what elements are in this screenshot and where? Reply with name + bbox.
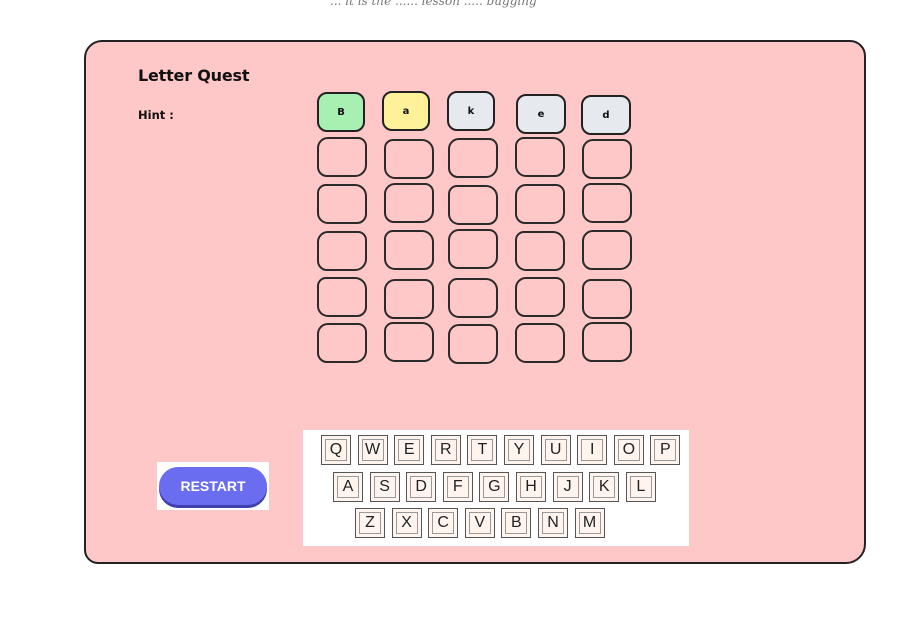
- key-label: Z: [365, 514, 375, 531]
- game-title: Letter Quest: [138, 66, 250, 85]
- board-cell: [582, 322, 632, 362]
- board-cell: [384, 322, 434, 362]
- key-label: Q: [329, 441, 343, 458]
- restart-button[interactable]: RESTART: [159, 467, 267, 505]
- board-cell: [384, 230, 434, 270]
- key-p[interactable]: P: [650, 435, 681, 465]
- key-label: Y: [513, 441, 525, 458]
- key-label: L: [636, 478, 646, 495]
- board-cell: [515, 323, 565, 363]
- board-cell: [515, 231, 565, 271]
- key-o[interactable]: O: [613, 435, 644, 465]
- board-cell: [582, 183, 632, 223]
- guess-tile-1: B: [317, 92, 365, 132]
- key-t[interactable]: T: [467, 435, 498, 465]
- key-b[interactable]: B: [501, 508, 532, 538]
- guess-tile-3: k: [447, 91, 495, 131]
- key-label: N: [547, 514, 559, 531]
- key-k[interactable]: K: [589, 472, 620, 502]
- hint-row: Hint :: [138, 108, 178, 122]
- board-cell: [317, 277, 367, 317]
- key-w[interactable]: W: [357, 435, 388, 465]
- key-g[interactable]: G: [479, 472, 510, 502]
- key-label: E: [403, 441, 415, 458]
- key-label: R: [440, 441, 452, 458]
- board-cell: [582, 139, 632, 179]
- board-cell: [448, 185, 498, 225]
- key-label: W: [365, 441, 381, 458]
- key-i[interactable]: I: [577, 435, 608, 465]
- key-u[interactable]: U: [540, 435, 571, 465]
- board-cell: [515, 277, 565, 317]
- board-cell: [384, 183, 434, 223]
- key-label: G: [488, 478, 501, 495]
- key-label: V: [474, 514, 486, 531]
- board-cell: [384, 139, 434, 179]
- key-label: O: [622, 441, 636, 458]
- key-label: D: [415, 478, 427, 495]
- hint-label: Hint :: [138, 108, 174, 122]
- key-c[interactable]: C: [428, 508, 459, 538]
- board-cell: [515, 137, 565, 177]
- guess-tile-2: a: [382, 91, 430, 131]
- key-x[interactable]: X: [391, 508, 422, 538]
- key-a[interactable]: A: [333, 472, 363, 502]
- header-tagline: ... it is the ...... lesson ..... buggin…: [330, 0, 537, 8]
- key-z[interactable]: Z: [355, 508, 385, 538]
- board-cell: [448, 278, 498, 318]
- key-label: S: [379, 478, 390, 495]
- key-e[interactable]: E: [394, 435, 425, 465]
- key-h[interactable]: H: [516, 472, 546, 502]
- board-cell: [317, 184, 367, 224]
- key-label: F: [452, 478, 463, 495]
- key-q[interactable]: Q: [321, 435, 351, 465]
- key-f[interactable]: F: [442, 472, 473, 502]
- key-d[interactable]: D: [406, 472, 437, 502]
- board-cell: [317, 323, 367, 363]
- key-v[interactable]: V: [464, 508, 495, 538]
- board-cell: [448, 229, 498, 269]
- key-label: K: [598, 478, 610, 495]
- key-m[interactable]: M: [574, 508, 605, 538]
- key-j[interactable]: J: [552, 472, 583, 502]
- restart-container: RESTART: [157, 462, 269, 510]
- board-cell: [317, 231, 367, 271]
- key-label: B: [511, 514, 522, 531]
- board-cell: [448, 138, 498, 178]
- key-label: J: [563, 478, 572, 495]
- key-label: C: [437, 514, 449, 531]
- board-cell: [582, 230, 632, 270]
- key-label: M: [582, 514, 597, 531]
- key-label: A: [342, 478, 354, 495]
- board-cell: [582, 279, 632, 319]
- key-s[interactable]: S: [369, 472, 400, 502]
- board-cell: [515, 184, 565, 224]
- guess-tile-5: d: [581, 95, 631, 135]
- on-screen-keyboard: Q W E R T Y U I O P A S D F G H J K L Z X C V B N M: [303, 430, 689, 546]
- key-label: I: [589, 441, 595, 458]
- key-label: H: [525, 478, 537, 495]
- key-r[interactable]: R: [430, 435, 461, 465]
- board-cell: [317, 137, 367, 177]
- board-cell: [448, 324, 498, 364]
- key-label: U: [549, 441, 562, 458]
- key-n[interactable]: N: [538, 508, 568, 538]
- key-label: P: [660, 441, 671, 458]
- key-l[interactable]: L: [625, 472, 656, 502]
- key-label: T: [477, 441, 488, 458]
- key-label: X: [401, 514, 412, 531]
- board-cell: [384, 279, 434, 319]
- key-y[interactable]: Y: [504, 435, 534, 465]
- guess-tile-4: e: [516, 94, 566, 134]
